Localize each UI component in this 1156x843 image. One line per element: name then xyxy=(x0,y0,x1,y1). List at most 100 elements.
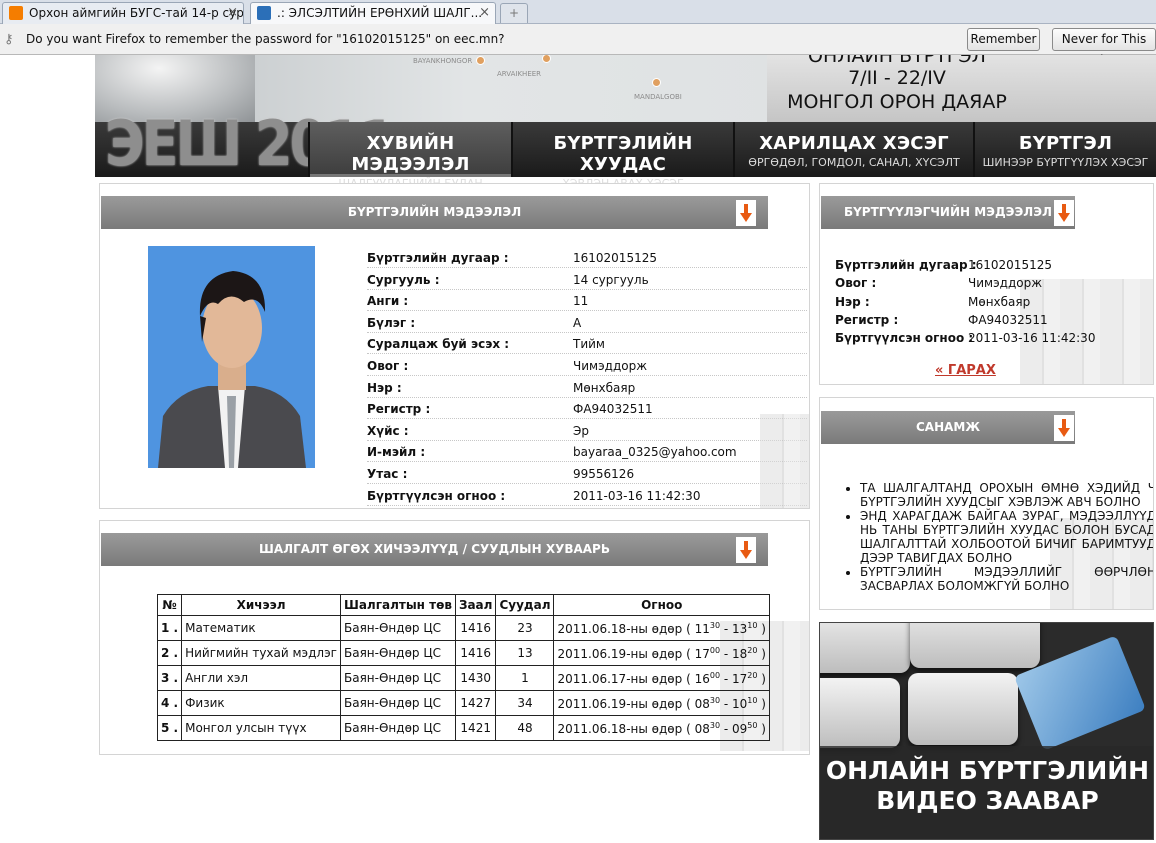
info-label: Регистр : xyxy=(835,312,899,327)
map-label: BAYANKHONGOR xyxy=(413,57,473,65)
info-row: Овог : Чимэддорж xyxy=(367,355,807,376)
hall-cell: 1416 xyxy=(454,640,497,666)
col-header: Суудал xyxy=(495,594,555,616)
info-value: 11 xyxy=(573,294,589,309)
collapse-arrow-icon[interactable] xyxy=(736,200,756,226)
info-label: Бүртгүүлсэн огноо : xyxy=(835,331,974,346)
info-value: 2011-03-16 11:42:30 xyxy=(968,331,1096,346)
list-item: БҮРТГЭЛИЙН МЭДЭЭЛЛИЙГ ӨӨРЧЛӨН ЗАСВАРЛАХ … xyxy=(860,565,1153,593)
notification-message: Do you want Firefox to remember the pass… xyxy=(26,32,505,46)
nav-title: БҮРТГЭЛ xyxy=(1018,133,1113,154)
subject-cell: Нийгмийн тухай мэдлэг xyxy=(181,640,341,666)
info-label: Анги : xyxy=(367,294,409,309)
info-value: bayaraa_0325@yahoo.com xyxy=(573,445,737,460)
col-header: Шалгалтын төв xyxy=(340,594,456,616)
table-row: 4 . Физик Баян-Өндөр ЦС 1427 34 2011.06.19-ны… xyxy=(156,690,770,716)
info-label: Суралцаж буй эсэх : xyxy=(367,337,510,352)
info-value: ФА94032511 xyxy=(573,402,653,417)
site-favicon-icon xyxy=(257,6,271,20)
password-notification-bar: ⚷ Do you want Firefox to remember the pa… xyxy=(0,24,1156,67)
center-cell: Баян-Өндөр ЦС xyxy=(340,615,456,641)
nav-title: ХАРИЛЦАХ ХЭСЭГ xyxy=(759,133,949,154)
logout-link[interactable]: « ГАРАХ xyxy=(935,363,996,378)
video-tutorial-banner[interactable]: ОНЛАЙН БҮРТГЭЛИЙН ВИДЕО ЗААВАР xyxy=(819,622,1154,840)
info-row: Хүйс : Эр xyxy=(367,420,807,441)
subject-cell: Англи хэл xyxy=(181,665,341,691)
collapse-arrow-icon[interactable] xyxy=(1054,200,1074,226)
schedule-heading: ШАЛГАЛТ ӨГӨХ ХИЧЭЭЛҮҮД / СУУДЛЫН ХУВААРЬ xyxy=(101,533,768,566)
hall-cell: 1421 xyxy=(454,715,497,741)
seat-cell: 13 xyxy=(495,640,555,666)
info-row: Бүртгэлийн дугаар : 16102015125 xyxy=(367,247,807,268)
collapse-arrow-icon[interactable] xyxy=(736,537,756,563)
info-row: Сургууль : 14 сургууль xyxy=(367,269,807,290)
row-number: 2 . xyxy=(156,640,183,666)
key-icon: ⚷ xyxy=(4,32,14,47)
browser-tab-eec[interactable]: .: ЭЛСЭЛТИЙН ЕРӨНХИЙ ШАЛГ... × xyxy=(250,2,496,24)
promo-line1: ОНЛАЙН БҮРТГЭЛ xyxy=(808,55,986,67)
info-label: Регистр : xyxy=(367,402,431,417)
info-row: Бүртгүүлсэн огноо : 2011-03-16 11:42:30 xyxy=(367,485,807,506)
subject-cell: Монгол улсын түүх xyxy=(181,715,341,741)
info-value: Эр xyxy=(573,423,589,438)
date-cell: 2011.06.19-ны өдөр ( 0830 - 1010 ) xyxy=(553,690,770,716)
nav-registration-page[interactable]: БҮРТГЭЛИЙН ХУУДАС ХЭВЛЭН АВАХ ХЭСЭГ xyxy=(511,122,733,190)
hall-cell: 1416 xyxy=(454,615,497,641)
info-value: 2011-03-16 11:42:30 xyxy=(573,488,701,503)
student-panel: БҮРТГҮҮЛЭГЧИЙН МЭДЭЭЛЭЛ Бүртгэлийн дугаа… xyxy=(819,183,1154,385)
info-value: ФА94032511 xyxy=(968,312,1048,327)
seat-cell: 1 xyxy=(495,665,555,691)
notice-heading: САНАМЖ xyxy=(821,411,1075,444)
registration-heading: БҮРТГЭЛИЙН МЭДЭЭЛЭЛ xyxy=(101,196,768,229)
nav-new-registration[interactable]: БҮРТГЭЛ ШИНЭЭР БҮРТГҮҮЛЭХ ХЭСЭГ xyxy=(973,122,1156,177)
map-label: MANDALGOBI xyxy=(634,93,682,101)
info-row: Нэр : Мөнхбаяр xyxy=(367,377,807,398)
center-cell: Баян-Өндөр ЦС xyxy=(340,640,456,666)
subject-cell: Физик xyxy=(181,690,341,716)
browser-tab-bar: Орхон аймгийн БУГС-тай 14-р сур... × .: … xyxy=(0,0,1156,24)
table-header-row: № Хичээл Шалгалтын төв Заал Суудал Огноо xyxy=(156,594,770,616)
info-label: Овог : xyxy=(835,276,877,291)
tab-title: Орхон аймгийн БУГС-тай 14-р сур... xyxy=(29,6,244,20)
col-header: Огноо xyxy=(553,594,770,616)
video-caption: ОНЛАЙН БҮРТГЭЛИЙН ВИДЕО ЗААВАР xyxy=(820,746,1153,839)
video-line2: ВИДЕО ЗААВАР xyxy=(876,786,1099,815)
nav-personal-info[interactable]: ХУВИЙН МЭДЭЭЛЭЛ ШАЛГУУЛАГЧИЙН БУЛАН xyxy=(308,122,511,190)
info-row: Бүлэг : А xyxy=(367,312,807,333)
info-value: А xyxy=(573,315,582,330)
info-value: Мөнхбаяр xyxy=(968,294,1031,309)
info-label: Овог : xyxy=(367,359,409,373)
info-value: Чимэддорж xyxy=(573,359,648,373)
info-value: Мөнхбаяр xyxy=(573,380,636,395)
info-row: Регистр : ФА94032511 xyxy=(367,398,807,420)
new-tab-button[interactable]: + xyxy=(500,3,528,23)
col-header: Хичээл xyxy=(181,594,341,616)
student-heading: БҮРТГҮҮЛЭГЧИЙН МЭДЭЭЛЭЛ xyxy=(821,196,1075,229)
nav-title: ХУВИЙН МЭДЭЭЛЭЛ xyxy=(351,133,470,175)
remember-button[interactable]: Remember xyxy=(967,28,1040,51)
center-cell: Баян-Өндөр ЦС xyxy=(340,715,456,741)
info-row: Анги : 11 xyxy=(367,290,807,312)
col-header: Заал xyxy=(454,594,497,616)
center-cell: Баян-Өндөр ЦС xyxy=(340,690,456,716)
nav-contact[interactable]: ХАРИЛЦАХ ХЭСЭГ ӨРГӨДӨЛ, ГОМДОЛ, САНАЛ, Х… xyxy=(733,122,973,177)
info-row: И-мэйл : bayaraa_0325@yahoo.com xyxy=(367,441,807,463)
hall-cell: 1430 xyxy=(454,665,497,691)
never-for-this-site-button[interactable]: Never for This Site xyxy=(1052,28,1156,67)
row-number: 5 . xyxy=(156,715,183,741)
notice-panel: САНАМЖ ТА ШАЛГАЛТАНД ОРОХЫН ӨМНӨ ХЭДИЙД … xyxy=(819,397,1154,610)
list-item: ЭНД ХАРАГДАЖ БАЙГАА ЗУРАГ, МЭДЭЭЛЛҮҮД НЬ… xyxy=(860,509,1153,565)
hall-cell: 1427 xyxy=(454,690,497,716)
nav-title: БҮРТГЭЛИЙН ХУУДАС xyxy=(553,133,693,175)
close-tab-icon[interactable]: × xyxy=(227,3,238,23)
schedule-table: № Хичээл Шалгалтын төв Заал Суудал Огноо… xyxy=(156,594,770,741)
browser-tab-orkhon[interactable]: Орхон аймгийн БУГС-тай 14-р сур... × xyxy=(2,2,244,24)
promo-block: ОНЛАЙН БҮРТГЭЛ 7/II - 22/IV МОНГОЛ ОРОН … xyxy=(767,55,1156,122)
student-photo xyxy=(148,246,315,468)
collapse-arrow-icon[interactable] xyxy=(1054,415,1074,441)
notice-list: ТА ШАЛГАЛТАНД ОРОХЫН ӨМНӨ ХЭДИЙД Ч БҮРТГ… xyxy=(860,481,1153,593)
row-number: 4 . xyxy=(156,690,183,716)
close-tab-icon[interactable]: × xyxy=(479,3,490,23)
map-label: ARVAIKHEER xyxy=(497,70,542,78)
row-number: 1 . xyxy=(156,615,183,641)
